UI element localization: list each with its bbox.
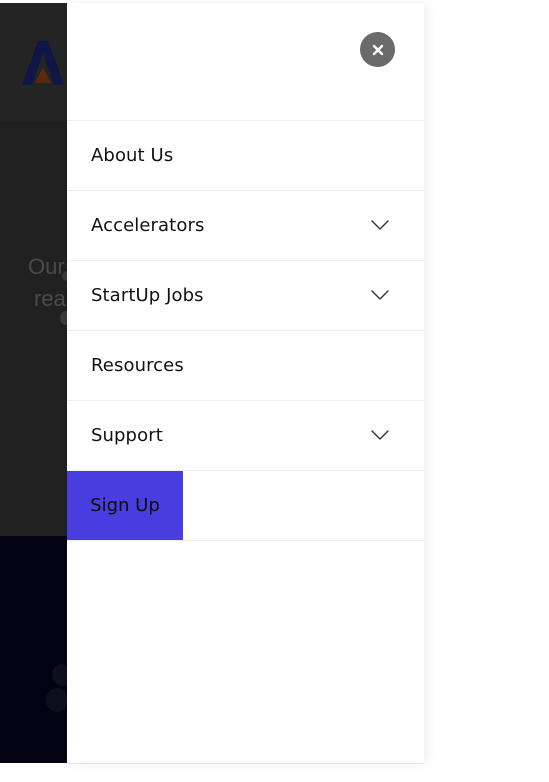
signup-row: Sign Up <box>67 471 424 541</box>
decor-blob <box>46 688 68 712</box>
chevron-down-icon[interactable] <box>370 289 390 301</box>
brand-logo-icon <box>22 41 64 85</box>
mobile-menu-panel: About Us Accelerators StartUp Jobs Resou… <box>67 3 424 764</box>
menu-item-label: Support <box>91 425 163 446</box>
chevron-down-icon[interactable] <box>370 219 390 231</box>
chevron-down-icon[interactable] <box>370 429 390 441</box>
menu-item-support[interactable]: Support <box>67 401 424 471</box>
menu-header <box>67 3 424 121</box>
menu-item-startup-jobs[interactable]: StartUp Jobs <box>67 261 424 331</box>
menu-item-label: Accelerators <box>91 215 205 236</box>
menu-item-accelerators[interactable]: Accelerators <box>67 191 424 261</box>
close-menu-button[interactable] <box>360 32 395 67</box>
hero-text-line-2: rea <box>34 286 66 311</box>
close-icon <box>372 44 383 55</box>
menu-item-label: StartUp Jobs <box>91 285 204 306</box>
hero-text-line-1: Our <box>28 254 65 279</box>
menu-item-label: About Us <box>91 145 174 166</box>
menu-item-resources[interactable]: Resources <box>67 331 424 401</box>
hero-text: Our rea <box>28 251 66 315</box>
menu-item-label: Resources <box>91 355 184 376</box>
sign-up-button[interactable]: Sign Up <box>67 471 183 540</box>
menu-item-about-us[interactable]: About Us <box>67 121 424 191</box>
